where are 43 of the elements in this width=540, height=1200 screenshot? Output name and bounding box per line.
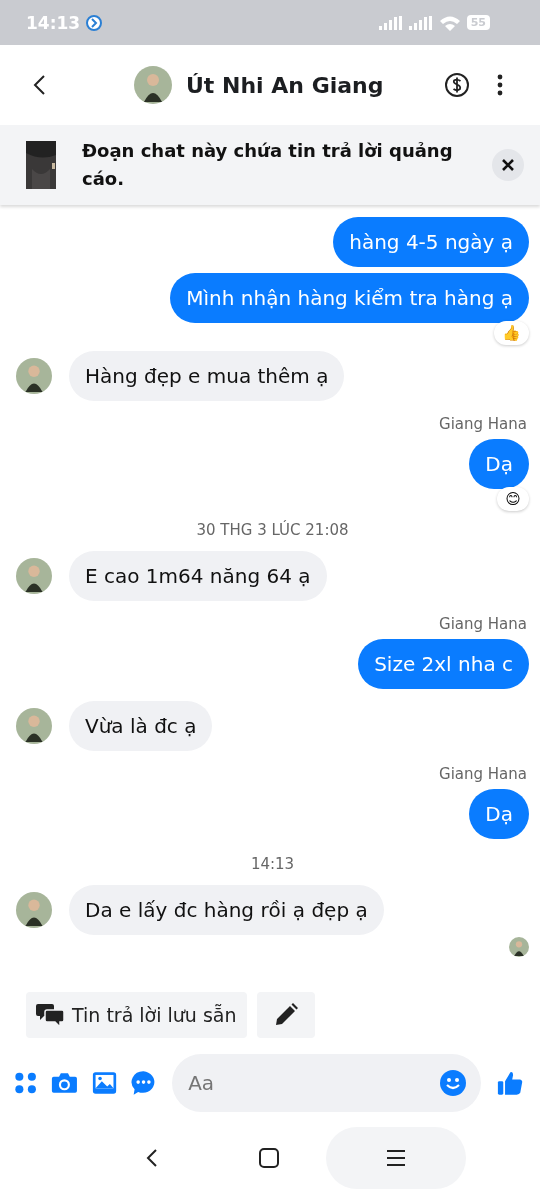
sent-message: hàng 4-5 ngày ạ [333, 217, 529, 267]
reaction-emoji: 😊 [497, 487, 529, 511]
avatar[interactable] [134, 66, 172, 104]
sender-name: Giang Hana [439, 765, 527, 783]
edit-button[interactable] [256, 992, 315, 1038]
received-message: E cao 1m64 năng 64 ạ [69, 551, 327, 601]
image-icon[interactable] [92, 1070, 118, 1096]
timestamp: 14:13 [250, 855, 295, 873]
camera-icon[interactable] [51, 1070, 79, 1096]
avatar[interactable] [16, 358, 52, 394]
sent-message: Size 2xl nha c [358, 639, 529, 689]
dollar-icon[interactable] [444, 72, 470, 98]
emoji-icon[interactable] [439, 1069, 468, 1097]
contact-name: Út Nhi An Giang [186, 72, 384, 98]
avatar[interactable] [16, 558, 52, 594]
sender-name: Giang Hana [439, 415, 527, 433]
saved-replies-button[interactable]: Tin trả lời lưu sẵn [26, 992, 247, 1038]
sent-message: Mình nhận hàng kiểm tra hàng ạ [170, 273, 529, 323]
reaction-emoji: 👍 [494, 321, 529, 345]
apps-icon[interactable] [14, 1070, 38, 1096]
avatar[interactable] [16, 708, 52, 744]
sent-message: Dạ [469, 789, 529, 839]
received-message: Da e lấy đc hàng rồi ạ đẹp ạ [69, 885, 384, 935]
close-icon [501, 158, 515, 172]
chat-bubbles-icon [36, 1002, 66, 1028]
message-field[interactable]: Aa [172, 1054, 482, 1112]
messenger-status-icon [86, 14, 103, 31]
received-message: Vừa là đc ạ [69, 701, 213, 751]
wifi-icon [438, 14, 461, 31]
menu-icon [385, 1149, 407, 1167]
banner-text: Đoạn chat này chứa tin trả lời quảng cáo. [82, 139, 454, 191]
sent-message: Dạ [469, 439, 529, 489]
seen-avatar [509, 937, 529, 957]
signal-icon [378, 15, 403, 30]
message-input[interactable]: Aa [186, 1070, 440, 1096]
home-icon[interactable] [258, 1147, 280, 1169]
signal-icon [408, 15, 433, 30]
close-button[interactable] [492, 149, 524, 181]
chat-icon[interactable] [131, 1069, 157, 1097]
avatar[interactable] [16, 892, 52, 928]
timestamp: 30 THG 3 LÚC 21:08 [196, 521, 349, 539]
sender-name: Giang Hana [439, 615, 527, 633]
received-message: Hàng đẹp e mua thêm ạ [69, 351, 345, 401]
